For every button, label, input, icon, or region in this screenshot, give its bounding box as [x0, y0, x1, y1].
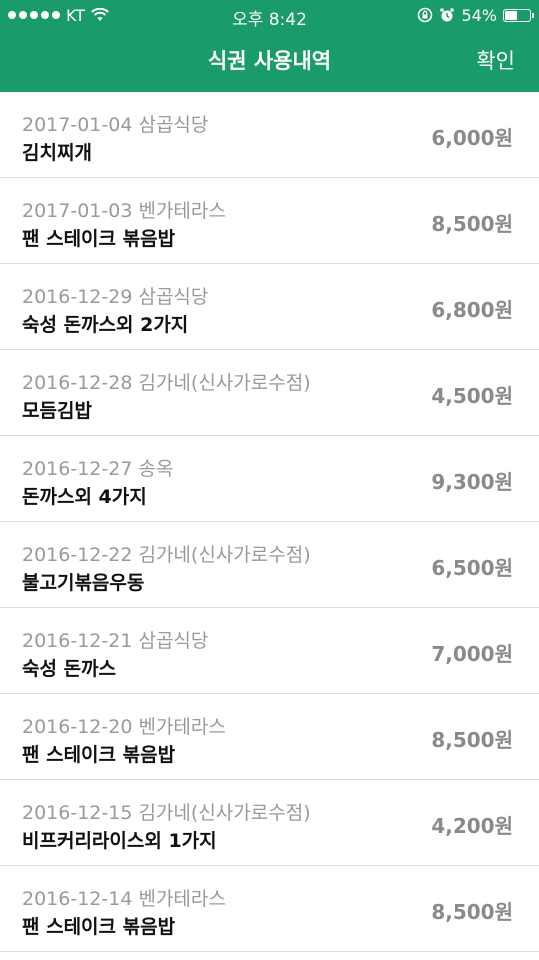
transaction-row[interactable]: 2016-12-22 김가네(신사가로수점) 불고기볶음우동 6,500원 — [0, 522, 539, 608]
battery-icon — [503, 8, 534, 22]
transaction-place: 벤가테라스 — [138, 200, 226, 222]
transaction-amount: 4,500원 — [431, 384, 513, 408]
transaction-row[interactable]: 2016-12-29 삼곱식당 숙성 돈까스외 2가지 6,800원 — [0, 264, 539, 350]
transaction-row[interactable]: 2016-12-20 벤가테라스 팬 스테이크 볶음밥 8,500원 — [0, 694, 539, 780]
transaction-row[interactable]: 2017-01-03 벤가테라스 팬 스테이크 볶음밥 8,500원 — [0, 178, 539, 264]
transaction-meta: 2016-12-15 김가네(신사가로수점) — [22, 798, 311, 825]
transaction-meta: 2016-12-27 송옥 — [22, 454, 173, 481]
transaction-amount: 6,800원 — [431, 298, 513, 322]
transaction-amount: 8,500원 — [431, 728, 513, 752]
transaction-amount: 6,000원 — [431, 126, 513, 150]
transaction-amount: 7,000원 — [431, 642, 513, 666]
transaction-row[interactable]: 2016-12-15 김가네(신사가로수점) 비프커리라이스외 1가지 4,20… — [0, 780, 539, 866]
transaction-place: 삼곱식당 — [138, 286, 209, 308]
transaction-date: 2017-01-04 — [22, 114, 133, 136]
confirm-button[interactable]: 확인 — [476, 45, 515, 75]
transaction-item: 팬 스테이크 볶음밥 — [22, 916, 176, 938]
transaction-meta: 2017-01-03 벤가테라스 — [22, 196, 226, 223]
transaction-meta: 2016-12-22 김가네(신사가로수점) — [22, 540, 311, 567]
transaction-place: 벤가테라스 — [138, 888, 226, 910]
transaction-item: 돈까스외 4가지 — [22, 486, 147, 508]
transaction-amount: 9,300원 — [431, 470, 513, 494]
rotation-lock-icon — [418, 7, 433, 23]
transaction-place: 김가네(신사가로수점) — [138, 372, 311, 394]
transaction-row[interactable]: 2016-12-27 송옥 돈까스외 4가지 9,300원 — [0, 436, 539, 522]
transaction-place: 삼곱식당 — [138, 630, 209, 652]
transaction-meta: 2016-12-20 벤가테라스 — [22, 712, 226, 739]
transaction-row[interactable]: 2016-12-21 삼곱식당 숙성 돈까스 7,000원 — [0, 608, 539, 694]
transaction-date: 2016-12-29 — [22, 286, 133, 308]
app-header: KT 오후 8:42 54% 식권 사용내역 확인 — [0, 0, 539, 92]
transaction-place: 벤가테라스 — [138, 716, 226, 738]
transaction-date: 2016-12-15 — [22, 802, 133, 824]
transaction-date: 2017-01-03 — [22, 200, 133, 222]
transaction-meta: 2016-12-29 삼곱식당 — [22, 282, 208, 309]
transaction-date: 2016-12-21 — [22, 630, 133, 652]
transaction-date: 2016-12-22 — [22, 544, 133, 566]
transaction-amount: 8,500원 — [431, 900, 513, 924]
transaction-amount: 8,500원 — [431, 212, 513, 236]
transaction-row[interactable]: 2016-12-14 벤가테라스 팬 스테이크 볶음밥 8,500원 — [0, 866, 539, 952]
transaction-place: 김가네(신사가로수점) — [138, 802, 311, 824]
status-bar: KT 오후 8:42 54% — [0, 0, 539, 30]
transaction-place: 송옥 — [138, 458, 174, 480]
nav-bar: 식권 사용내역 확인 — [0, 30, 539, 92]
transaction-item: 비프커리라이스외 1가지 — [22, 830, 217, 852]
transaction-item: 불고기볶음우동 — [22, 572, 145, 594]
transaction-item: 숙성 돈까스외 2가지 — [22, 314, 189, 336]
transaction-date: 2016-12-14 — [22, 888, 133, 910]
transaction-item: 김치찌개 — [22, 142, 92, 164]
transaction-meta: 2016-12-28 김가네(신사가로수점) — [22, 368, 311, 395]
status-right: 54% — [417, 5, 534, 25]
transaction-row[interactable]: 2016-12-28 김가네(신사가로수점) 모듬김밥 4,500원 — [0, 350, 539, 436]
battery-percent: 54% — [461, 5, 497, 25]
transaction-meta: 2016-12-21 삼곱식당 — [22, 626, 208, 653]
transaction-item: 모듬김밥 — [22, 400, 92, 422]
transaction-place: 김가네(신사가로수점) — [138, 544, 311, 566]
transaction-place: 삼곱식당 — [138, 114, 209, 136]
transaction-amount: 4,200원 — [431, 814, 513, 838]
transaction-list: 2017-01-04 삼곱식당 김치찌개 6,000원 2017-01-03 벤… — [0, 92, 539, 952]
transaction-item: 숙성 돈까스 — [22, 658, 117, 680]
transaction-meta: 2017-01-04 삼곱식당 — [22, 110, 208, 137]
transaction-meta: 2016-12-14 벤가테라스 — [22, 884, 226, 911]
transaction-date: 2016-12-27 — [22, 458, 133, 480]
transaction-date: 2016-12-20 — [22, 716, 133, 738]
transaction-item: 팬 스테이크 볶음밥 — [22, 228, 176, 250]
page-title: 식권 사용내역 — [207, 49, 332, 73]
transaction-item: 팬 스테이크 볶음밥 — [22, 744, 176, 766]
transaction-row[interactable]: 2017-01-04 삼곱식당 김치찌개 6,000원 — [0, 92, 539, 178]
transaction-amount: 6,500원 — [431, 556, 513, 580]
transaction-date: 2016-12-28 — [22, 372, 133, 394]
battery-level — [505, 10, 517, 20]
alarm-icon — [440, 8, 455, 22]
